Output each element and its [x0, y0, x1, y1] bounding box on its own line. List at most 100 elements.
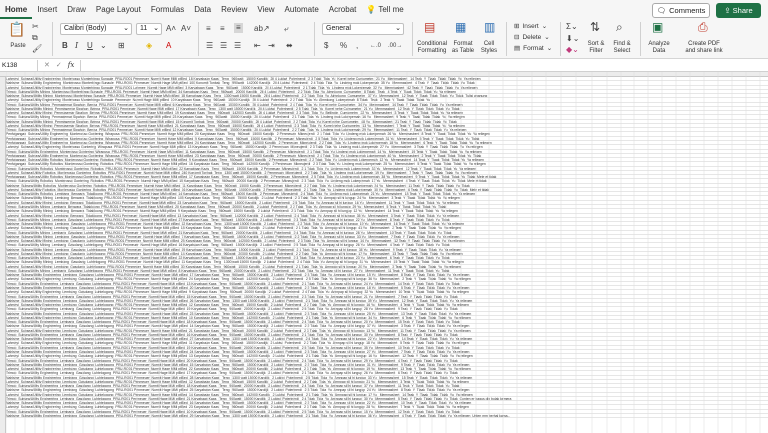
tab-home[interactable]: Home — [0, 0, 33, 19]
decrease-font-icon[interactable]: A˅ — [181, 24, 191, 34]
tab-automate[interactable]: Automate — [280, 0, 324, 19]
decrease-decimal-icon[interactable]: .00→ — [388, 41, 402, 51]
tab-review[interactable]: Review — [216, 0, 252, 19]
format-cells-icon: ▤ — [514, 45, 521, 52]
insert-label: Insert — [522, 23, 539, 30]
formula-bar-controls: ✕ ✓ fx — [38, 61, 80, 69]
number-format-dropdown[interactable]: General ⌄ — [322, 23, 404, 35]
bold-icon[interactable]: B — [62, 41, 68, 51]
formula-bar: K138 ✕ ✓ fx — [0, 59, 768, 72]
conditional-formatting-label-2: Formatting — [417, 48, 447, 54]
delete-cells-button[interactable]: ⊟ Delete ⌄ — [514, 34, 550, 41]
chevron-down-icon: ⌄ — [544, 34, 550, 41]
format-as-table-icon[interactable]: ▦ — [455, 21, 466, 33]
analyze-data-button[interactable]: Analyze Data — [644, 41, 674, 55]
cell-area[interactable]: Lahmeyi Subsea/Utility Engineering Monte… — [6, 77, 768, 433]
format-cells-button[interactable]: ▤ Format ⌄ — [514, 45, 552, 52]
merge-center-icon[interactable]: ⬌ — [286, 41, 293, 51]
decrease-indent-icon[interactable]: ⇤ — [254, 41, 261, 51]
analyze-data-label-2: Data — [652, 48, 666, 54]
increase-decimal-icon[interactable]: ←.0 — [370, 41, 381, 51]
conditional-formatting-button[interactable]: Conditional Formatting — [414, 41, 450, 55]
chevron-down-icon: ⌄ — [153, 25, 159, 32]
divider — [412, 22, 413, 56]
autosum-icon[interactable]: Σ⌄ — [566, 22, 578, 32]
chevron-down-icon[interactable]: ⌄ — [100, 41, 107, 51]
tab-insert[interactable]: Insert — [32, 0, 62, 19]
formula-input[interactable] — [80, 59, 768, 71]
align-top-icon[interactable]: ≡ — [206, 24, 211, 34]
clear-icon[interactable]: ◆⌄ — [566, 45, 579, 55]
align-right-icon[interactable]: ☰ — [234, 41, 241, 51]
chevron-down-icon: ⌄ — [395, 25, 401, 32]
name-box[interactable]: K138 — [0, 59, 38, 71]
format-as-table-label-1: Format — [453, 41, 473, 47]
align-center-icon[interactable]: ☰ — [220, 41, 227, 51]
worksheet-grid[interactable]: Lahmeyi Subsea/Utility Engineering Monte… — [0, 72, 768, 433]
underline-icon[interactable]: U — [87, 41, 93, 51]
align-left-icon[interactable]: ☰ — [206, 41, 213, 51]
font-name-value: Calibri (Body) — [64, 25, 107, 32]
share-label: Share — [732, 6, 753, 15]
increase-indent-icon[interactable]: ⇥ — [268, 41, 275, 51]
percent-icon[interactable]: % — [340, 41, 347, 51]
lightbulb-icon: 💡 — [366, 5, 377, 14]
comments-button[interactable]: 🗨 Comments — [652, 3, 710, 18]
tab-draw[interactable]: Draw — [62, 0, 91, 19]
paste-icon[interactable]: 📋 — [8, 22, 25, 36]
fill-icon[interactable]: ⬇⌄ — [566, 34, 579, 44]
format-as-table-label-2: as Table — [451, 48, 475, 54]
fill-color-icon[interactable]: ◈ — [146, 41, 152, 51]
cancel-icon[interactable]: ✕ — [44, 61, 50, 69]
orientation-icon[interactable]: ab↗ — [254, 24, 270, 34]
tell-me-search[interactable]: 💡 Tell me — [361, 0, 408, 19]
create-pdf-button[interactable]: Create PDF and share link — [680, 41, 728, 55]
analyze-data-icon[interactable]: ▣ — [652, 21, 663, 33]
font-size-dropdown[interactable]: 11 ⌄ — [136, 23, 162, 35]
align-bottom-icon[interactable]: ≡ — [234, 23, 243, 33]
increase-font-icon[interactable]: A˄ — [166, 24, 176, 34]
format-as-table-button[interactable]: Format as Table — [450, 41, 476, 55]
tab-acrobat[interactable]: Acrobat — [324, 0, 362, 19]
create-pdf-label-2: and share link — [685, 48, 723, 54]
insert-cells-button[interactable]: ⊞ Insert ⌄ — [514, 23, 547, 30]
tab-data[interactable]: Data — [189, 0, 216, 19]
align-middle-icon[interactable]: ≡ — [220, 24, 225, 34]
analyze-data-label-1: Analyze — [648, 41, 670, 47]
font-color-icon[interactable]: A — [166, 41, 171, 51]
format-painter-icon[interactable]: 🖌 — [32, 44, 42, 54]
sort-filter-label-2: Filter — [589, 48, 603, 54]
format-label: Format — [523, 45, 544, 52]
sort-filter-icon[interactable]: ⇅ — [590, 21, 600, 33]
tab-view[interactable]: View — [252, 0, 279, 19]
cell-styles-icon[interactable]: ▥ — [484, 21, 495, 33]
divider — [560, 22, 561, 56]
create-pdf-icon[interactable]: ⎙ — [698, 21, 708, 33]
cut-icon[interactable]: ✂ — [32, 22, 39, 32]
table-row[interactable]: Nahlsme Subsea/Utility Engineering Lemba… — [6, 414, 768, 419]
font-name-dropdown[interactable]: Calibri (Body) ⌄ — [60, 23, 132, 35]
tab-page-layout[interactable]: Page Layout — [91, 0, 146, 19]
share-icon: ⇪ — [724, 6, 731, 15]
sort-filter-button[interactable]: Sort & Filter — [584, 41, 608, 55]
excel-window: Home Insert Draw Page Layout Formulas Da… — [0, 0, 768, 433]
share-button[interactable]: ⇪ Share — [716, 3, 761, 18]
find-select-icon[interactable]: ⌕ — [616, 21, 623, 33]
cell-styles-button[interactable]: Cell Styles — [478, 41, 500, 55]
cell-styles-label-1: Cell — [483, 41, 495, 47]
borders-icon[interactable]: ⊞ — [118, 41, 125, 51]
comma-style-icon[interactable]: , — [356, 41, 358, 51]
conditional-formatting-icon[interactable]: ▤ — [424, 21, 435, 33]
insert-function-icon[interactable]: fx — [68, 61, 75, 69]
create-pdf-label-1: Create PDF — [688, 41, 720, 47]
paste-label[interactable]: Paste — [7, 43, 29, 50]
delete-label: Delete — [522, 34, 542, 41]
find-select-label-2: Select — [613, 48, 631, 54]
find-select-button[interactable]: Find & Select — [610, 41, 634, 55]
wrap-text-icon[interactable]: ⤶ — [284, 24, 288, 34]
tab-formulas[interactable]: Formulas — [146, 0, 189, 19]
copy-icon[interactable]: ⧉ — [32, 33, 38, 43]
accounting-format-icon[interactable]: $ — [324, 41, 328, 51]
italic-icon[interactable]: I — [75, 41, 78, 51]
enter-icon[interactable]: ✓ — [56, 61, 62, 69]
